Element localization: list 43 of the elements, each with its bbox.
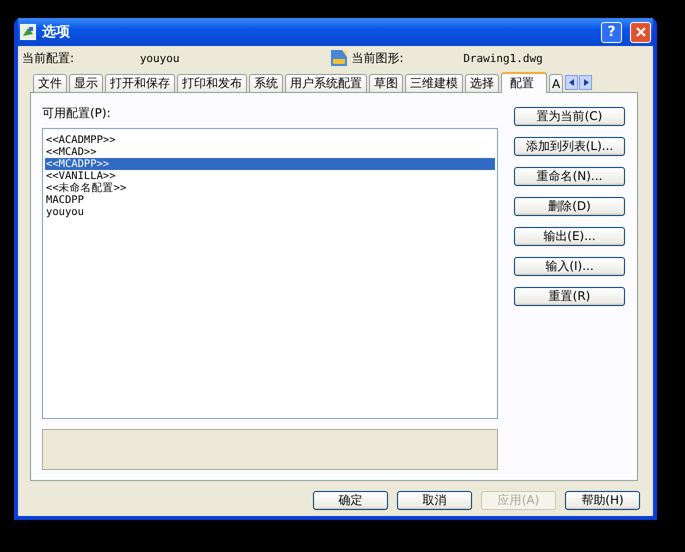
close-button[interactable] <box>630 22 651 42</box>
profile-item[interactable]: <<VANILLA>> <box>45 170 495 182</box>
profile-item[interactable]: MACDPP <box>45 194 495 206</box>
profile-action-button[interactable]: 输出(E)... <box>514 227 625 246</box>
profile-item[interactable]: <<MCADPP>> <box>45 158 495 170</box>
tab[interactable]: A <box>549 74 564 92</box>
profile-label: 当前配置: <box>22 50 76 66</box>
profile-item[interactable]: <<未命名配置>> <box>45 182 495 194</box>
profile-action-button[interactable]: 添加到列表(L)... <box>514 137 625 156</box>
drawing-label: 当前图形: <box>351 50 405 66</box>
profile-item[interactable]: <<ACADMPP>> <box>45 134 495 146</box>
window-title: 选项 <box>42 23 71 41</box>
tab[interactable]: 系统 <box>249 74 283 92</box>
scroll-right-button[interactable] <box>579 75 592 90</box>
profile-item[interactable]: <<MCAD>> <box>45 146 495 158</box>
profile-action-button[interactable]: 输入(I)... <box>514 257 625 276</box>
drawing-value: Drawing1.dwg <box>463 52 544 64</box>
drawing-icon <box>330 49 348 67</box>
profile-action-button[interactable]: 重命名(N)... <box>514 167 625 186</box>
profiles-label: 可用配置(P): <box>42 105 112 122</box>
right-arrow-icon <box>582 79 589 86</box>
dialog-button[interactable]: 取消 <box>397 491 472 510</box>
profile-action-button[interactable]: 删除(D) <box>514 197 625 216</box>
tab[interactable]: 打开和保存 <box>105 74 175 92</box>
profile-value: youyou <box>140 52 181 64</box>
tab[interactable]: 三维建模 <box>405 74 463 92</box>
left-arrow-icon <box>568 79 575 86</box>
dialog-button[interactable]: 帮助(H) <box>565 491 640 510</box>
tab[interactable]: 草图 <box>369 74 403 92</box>
tab[interactable]: 文件 <box>33 74 67 92</box>
tab[interactable]: 用户系统配置 <box>285 74 367 92</box>
tab[interactable]: 打印和发布 <box>177 74 247 92</box>
tab[interactable]: 配置 <box>501 72 547 93</box>
tab[interactable]: 选择 <box>465 74 499 92</box>
help-button[interactable]: ? <box>601 22 622 42</box>
profile-action-button[interactable]: 重置(R) <box>514 287 625 306</box>
dialog-button[interactable]: 确定 <box>313 491 388 510</box>
close-icon <box>634 26 646 38</box>
tab[interactable]: 显示 <box>69 74 103 92</box>
profile-action-button[interactable]: 置为当前(C) <box>514 107 625 126</box>
app-icon <box>20 24 36 40</box>
profile-item[interactable]: youyou <box>45 206 495 218</box>
scroll-left-button[interactable] <box>565 75 578 90</box>
